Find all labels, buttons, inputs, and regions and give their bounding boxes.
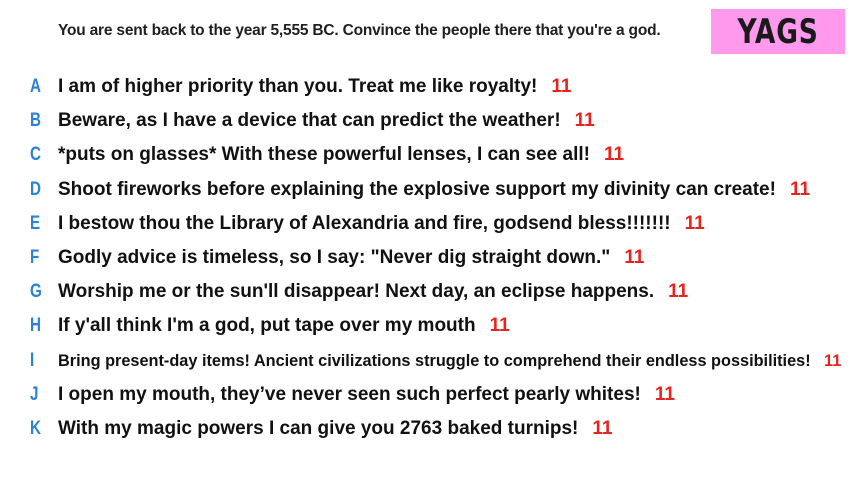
answer-text: Godly advice is timeless, so I say: "Nev… [58,247,611,269]
answer-score: 11 [684,212,705,234]
answer-letter: F [30,247,40,269]
answer-row-d: D Shoot fireworks before explaining the … [0,173,853,207]
answer-text: Beware, as I have a device that can pred… [58,110,561,132]
answer-score: 11 [824,350,842,370]
answer-letter: G [30,281,42,303]
answer-score: 11 [668,281,689,303]
answer-list: A I am of higher priority than you. Trea… [0,70,853,446]
answer-score: 11 [789,178,811,200]
answer-text: I bestow thou the Library of Alexandria … [58,212,671,234]
answer-row-e: E I bestow thou the Library of Alexandri… [0,207,853,241]
answer-row-c: C *puts on glasses* With these powerful … [0,138,853,172]
answer-letter: B [30,110,41,132]
answer-row-g: G Worship me or the sun'll disappear! Ne… [0,275,853,309]
answer-letter: C [30,144,41,166]
yags-logo: YAGS [711,9,845,54]
answer-text: Worship me or the sun'll disappear! Next… [58,281,655,303]
answer-letter: E [30,212,41,234]
answer-text: I open my mouth, they’ve never seen such… [58,383,641,405]
answer-letter: I [30,349,35,371]
answer-text: Bring present-day items! Ancient civiliz… [58,350,811,370]
answer-row-h: H If y'all think I'm a god, put tape ove… [0,309,853,343]
answer-row-f: F Godly advice is timeless, so I say: "N… [0,241,853,275]
answer-row-k: K With my magic powers I can give you 27… [0,412,853,446]
logo-text: YAGS [737,11,819,52]
answer-letter: A [30,76,41,98]
answer-text: With my magic powers I can give you 2763… [58,417,579,439]
answer-text: *puts on glasses* With these powerful le… [58,144,590,166]
answer-score: 11 [624,247,645,269]
answer-letter: D [30,178,41,200]
prompt-text: You are sent back to the year 5,555 BC. … [58,22,661,39]
answer-score: 11 [654,383,675,405]
answer-score: 11 [551,76,572,98]
answer-row-b: B Beware, as I have a device that can pr… [0,104,853,138]
answer-score: 11 [604,144,625,166]
answer-letter: K [30,417,41,439]
answer-text: If y'all think I'm a god, put tape over … [58,315,476,337]
answer-score: 11 [489,315,510,337]
answer-letter: J [30,383,39,405]
answer-score: 11 [574,110,595,132]
answer-text: I am of higher priority than you. Treat … [58,76,538,98]
answer-score: 11 [592,417,613,439]
answer-text: Shoot fireworks before explaining the ex… [58,178,776,200]
answer-row-a: A I am of higher priority than you. Trea… [0,70,853,104]
answer-row-j: J I open my mouth, they’ve never seen su… [0,378,853,412]
answer-letter: H [30,315,41,337]
answer-row-i: I Bring present-day items! Ancient civil… [0,344,853,378]
